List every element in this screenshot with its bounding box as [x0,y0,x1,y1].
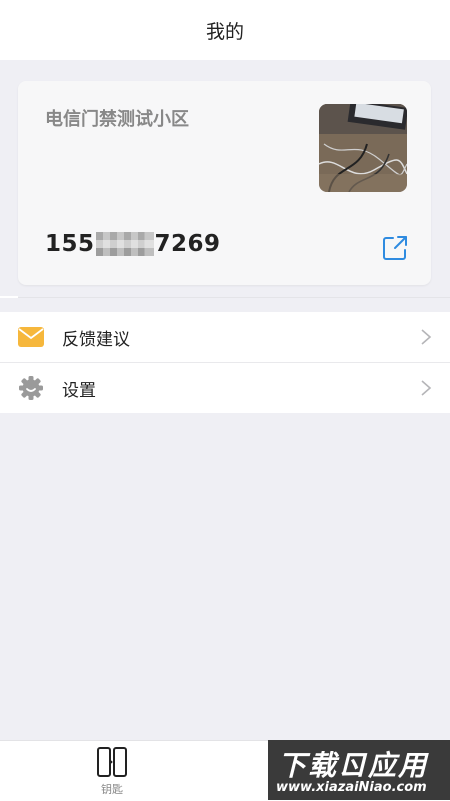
settings-menu: 反馈建议 设置 [0,312,450,413]
divider [0,296,18,298]
tab-label: 钥匙 [101,783,123,796]
page-title: 我的 [205,20,244,43]
phone-prefix: 155 [45,231,95,257]
menu-item-label: 设置 [62,380,96,401]
watermark-url: www.xiazaiNiao.com [276,780,427,795]
phone-suffix: 7269 [154,231,221,257]
menu-item-label: 反馈建议 [62,329,130,350]
external-link-icon[interactable] [381,234,409,262]
door-key-icon [97,747,127,777]
menu-item-feedback[interactable]: 反馈建议 [0,312,450,362]
gear-icon [18,375,44,401]
phone-masked-digits [95,232,154,256]
tab-keys[interactable]: 钥匙 [82,741,142,801]
divider [18,297,450,298]
chevron-right-icon [421,380,432,396]
community-name: 电信门禁测试小区 [45,109,189,130]
menu-item-settings[interactable]: 设置 [0,362,450,413]
community-photo-thumbnail [319,104,407,192]
watermark-logo: 下载ㄖ应用 www.xiazaiNiao.com [268,740,450,800]
watermark-title: 下载ㄖ应用 [278,749,429,782]
phone-number: 155 7269 [45,231,221,257]
chevron-right-icon [421,329,432,345]
community-card[interactable]: 电信门禁测试小区 155 7269 [18,81,431,285]
envelope-icon [18,324,44,350]
top-bar: 我的 [0,0,450,60]
